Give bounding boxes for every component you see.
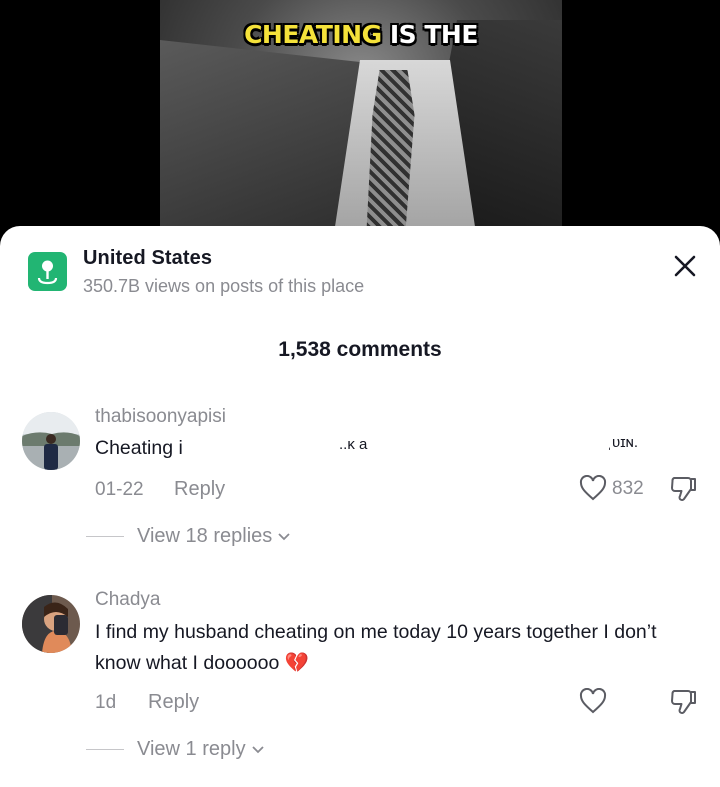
chevron-down-icon — [251, 738, 265, 761]
view-replies-button[interactable]: View 18 replies — [86, 525, 291, 548]
comment-date: 1d — [95, 692, 117, 713]
thumbs-down-icon[interactable] — [670, 687, 698, 715]
video-background[interactable]: CHEATING IS THE — [0, 0, 720, 250]
heart-icon[interactable] — [579, 687, 607, 714]
thumbs-down-icon[interactable] — [670, 474, 698, 502]
comments-count: 1,538 comments — [278, 338, 442, 361]
comment-text-fragment: ˌᴜɪɴ. — [607, 434, 638, 451]
comments-sheet: United States 350.7B views on posts of t… — [0, 226, 720, 787]
map-pin-icon[interactable] — [28, 252, 67, 291]
view-replies-label: View 18 replies — [137, 525, 273, 547]
avatar[interactable] — [22, 412, 80, 470]
location-name[interactable]: United States — [83, 247, 212, 270]
heart-icon[interactable] — [579, 474, 607, 501]
divider-line — [86, 536, 124, 537]
avatar[interactable] — [22, 595, 80, 653]
close-icon[interactable] — [670, 251, 700, 281]
comment-text-fragment: ..ᴋ a — [339, 436, 368, 453]
video-caption: CHEATING IS THE — [160, 20, 562, 49]
comment-text: I find my husband cheating on me today 1… — [95, 621, 657, 674]
comment-date: 01-22 — [95, 479, 144, 500]
reply-button[interactable]: Reply — [174, 478, 225, 501]
chevron-down-icon — [277, 525, 291, 548]
view-replies-label: View 1 reply — [137, 738, 246, 760]
divider-line — [86, 749, 124, 750]
comment-text-start: Cheating i — [95, 437, 183, 459]
like-count: 832 — [612, 478, 644, 499]
location-views: 350.7B views on posts of this place — [83, 276, 365, 296]
caption-rest: IS THE — [389, 20, 479, 49]
video-frame: CHEATING IS THE — [160, 0, 562, 250]
caption-highlight: CHEATING — [244, 20, 382, 49]
comment-text: Cheating i ..ᴋ a ˌᴜɪɴ. — [95, 433, 705, 464]
comment-username[interactable]: Chadya — [95, 589, 161, 611]
comment-username[interactable]: thabisoonyapisi — [95, 406, 226, 428]
reply-button[interactable]: Reply — [148, 691, 199, 714]
video-jacket-left — [160, 40, 360, 250]
view-replies-button[interactable]: View 1 reply — [86, 738, 265, 761]
